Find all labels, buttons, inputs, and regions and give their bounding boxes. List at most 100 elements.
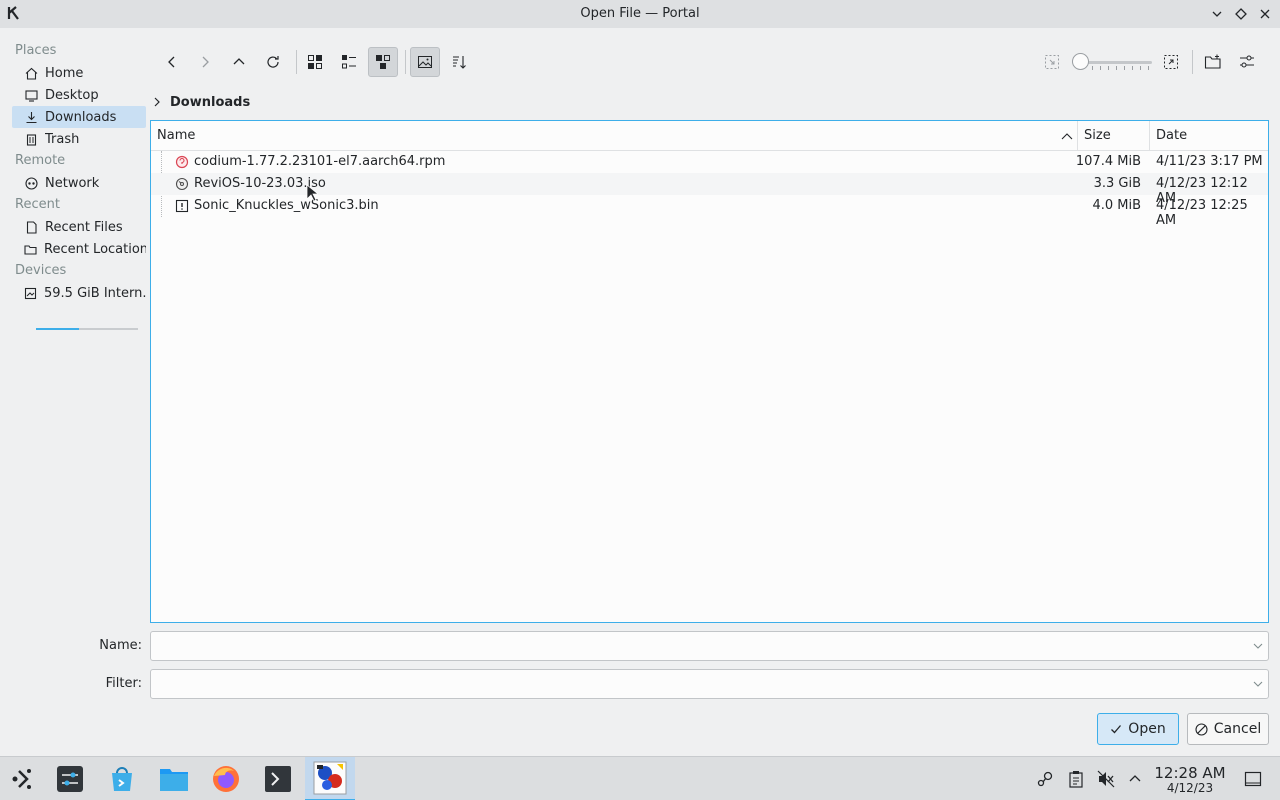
- sidebar-item-label: 59.5 GiB Intern...: [44, 285, 146, 301]
- name-label: Name:: [99, 638, 142, 653]
- home-icon: [24, 66, 38, 80]
- section-devices-label: Devices: [15, 263, 67, 278]
- file-manager-icon[interactable]: [158, 763, 190, 795]
- file-name: Sonic_Knuckles_wSonic3.bin: [194, 198, 379, 213]
- sidebar-item-label: Network: [45, 175, 100, 191]
- konsole-terminal-icon[interactable]: [262, 763, 294, 795]
- drive-icon: [24, 286, 37, 300]
- file-name: codium-1.77.2.23101-el7.aarch64.rpm: [194, 154, 446, 169]
- chevron-down-icon[interactable]: [1252, 678, 1264, 690]
- network-icon: [24, 176, 38, 190]
- desktop-icon: [24, 88, 38, 102]
- sidebar-item-label: Recent Locations: [44, 241, 146, 257]
- clock-time: 12:28 AM: [1154, 764, 1226, 782]
- section-recent-label: Recent: [15, 197, 60, 212]
- portal-dialog-task-icon[interactable]: [305, 757, 355, 800]
- toolbar-separator: [296, 50, 297, 74]
- show-desktop-icon[interactable]: [1244, 770, 1262, 788]
- open-button[interactable]: Open: [1097, 713, 1179, 745]
- preview-toggle-button[interactable]: [410, 47, 440, 77]
- trash-icon: [24, 132, 38, 146]
- title-bar: Open File — Portal: [0, 0, 1280, 28]
- file-date: 4/11/23 3:17 PM: [1156, 154, 1263, 169]
- recent-files-icon: [24, 220, 38, 234]
- application-launcher-icon[interactable]: [6, 763, 38, 795]
- file-size: 3.3 GiB: [1093, 176, 1141, 191]
- sidebar-item-downloads[interactable]: Downloads: [12, 106, 146, 128]
- forward-button[interactable]: [190, 47, 220, 77]
- sidebar-item-recent-locations[interactable]: Recent Locations: [12, 238, 146, 260]
- taskbar: 12:28 AM 4/12/23: [0, 756, 1280, 800]
- drive-usage-bar: [36, 328, 138, 330]
- toolbar-separator: [405, 50, 406, 74]
- breadcrumb[interactable]: Downloads: [152, 93, 250, 111]
- sidebar-item-label: Desktop: [45, 87, 99, 103]
- compact-view-button[interactable]: [334, 47, 364, 77]
- clock-date: 4/12/23: [1166, 781, 1214, 795]
- file-date: 4/12/23 12:25 AM: [1156, 198, 1248, 228]
- rpm-package-icon: [175, 155, 189, 169]
- steam-tray-icon[interactable]: [1036, 770, 1054, 788]
- recent-locations-icon: [24, 242, 37, 256]
- sidebar-item-home[interactable]: Home: [12, 62, 146, 84]
- sort-button[interactable]: [444, 47, 474, 77]
- zoom-slider-handle[interactable]: [1072, 53, 1089, 70]
- file-size: 107.4 MiB: [1075, 154, 1141, 169]
- section-places-label: Places: [15, 43, 57, 58]
- discover-store-icon[interactable]: [106, 763, 138, 795]
- file-row[interactable]: Sonic_Knuckles_wSonic3.bin 4.0 MiB 4/12/…: [151, 195, 1268, 228]
- sidebar-item-label: Downloads: [45, 109, 117, 125]
- cancel-button[interactable]: Cancel: [1187, 713, 1269, 745]
- filter-label: Filter:: [105, 676, 142, 691]
- chevron-up-icon[interactable]: [1126, 770, 1144, 788]
- cancel-icon: [1195, 722, 1208, 736]
- sidebar-item-network[interactable]: Network: [12, 172, 146, 194]
- close-button[interactable]: [1257, 6, 1273, 22]
- file-list[interactable]: Name Size Date codium-1.77.2.23101-el7.a…: [150, 120, 1269, 623]
- firefox-icon[interactable]: [210, 763, 242, 795]
- file-row[interactable]: codium-1.77.2.23101-el7.aarch64.rpm 107.…: [151, 151, 1268, 173]
- chevron-down-icon[interactable]: [1252, 640, 1264, 652]
- chevron-right-icon: [152, 97, 162, 107]
- reload-button[interactable]: [258, 47, 288, 77]
- zoom-in-icon[interactable]: [1156, 47, 1186, 77]
- sort-ascending-icon: [1061, 130, 1073, 145]
- cancel-button-label: Cancel: [1213, 721, 1262, 737]
- sidebar-item-desktop[interactable]: Desktop: [12, 84, 146, 106]
- column-header-date[interactable]: Date: [1150, 121, 1187, 151]
- zoom-slider[interactable]: [1072, 53, 1152, 71]
- binary-file-icon: [175, 199, 189, 213]
- window-title: Open File — Portal: [580, 6, 700, 21]
- disc-image-icon: [175, 177, 189, 191]
- column-header-size[interactable]: Size: [1078, 121, 1150, 151]
- file-size: 4.0 MiB: [1092, 198, 1141, 213]
- system-settings-icon[interactable]: [54, 763, 86, 795]
- sidebar-item-label: Home: [45, 65, 84, 81]
- name-input[interactable]: [150, 631, 1269, 661]
- file-list-header: Name Size Date: [151, 121, 1268, 151]
- sidebar-item-internal-drive[interactable]: 59.5 GiB Intern...: [12, 282, 146, 304]
- zoom-out-icon[interactable]: [1037, 47, 1067, 77]
- filter-input[interactable]: [150, 669, 1269, 699]
- file-row[interactable]: ReviOS-10-23.03.iso 3.3 GiB 4/12/23 12:1…: [151, 173, 1268, 206]
- section-remote-label: Remote: [15, 153, 66, 168]
- digital-clock[interactable]: 12:28 AM 4/12/23: [1150, 765, 1230, 795]
- clipboard-icon[interactable]: [1067, 770, 1085, 788]
- volume-muted-icon[interactable]: [1097, 770, 1115, 788]
- new-folder-button[interactable]: [1198, 47, 1228, 77]
- breadcrumb-current[interactable]: Downloads: [170, 95, 250, 110]
- options-button[interactable]: [1232, 47, 1262, 77]
- icons-view-button[interactable]: [300, 47, 330, 77]
- maximize-button[interactable]: [1233, 6, 1249, 22]
- minimize-button[interactable]: [1209, 6, 1225, 22]
- details-view-button[interactable]: [368, 47, 398, 77]
- places-sidebar: Places Home Desktop Downloads Trash Remo…: [0, 40, 148, 640]
- open-button-label: Open: [1128, 721, 1166, 737]
- sidebar-item-label: Recent Files: [45, 219, 123, 235]
- mouse-cursor-icon: [306, 184, 320, 206]
- back-button[interactable]: [157, 47, 187, 77]
- sidebar-item-trash[interactable]: Trash: [12, 128, 146, 150]
- up-button[interactable]: [224, 47, 254, 77]
- column-header-name[interactable]: Name: [151, 121, 1077, 151]
- sidebar-item-recent-files[interactable]: Recent Files: [12, 216, 146, 238]
